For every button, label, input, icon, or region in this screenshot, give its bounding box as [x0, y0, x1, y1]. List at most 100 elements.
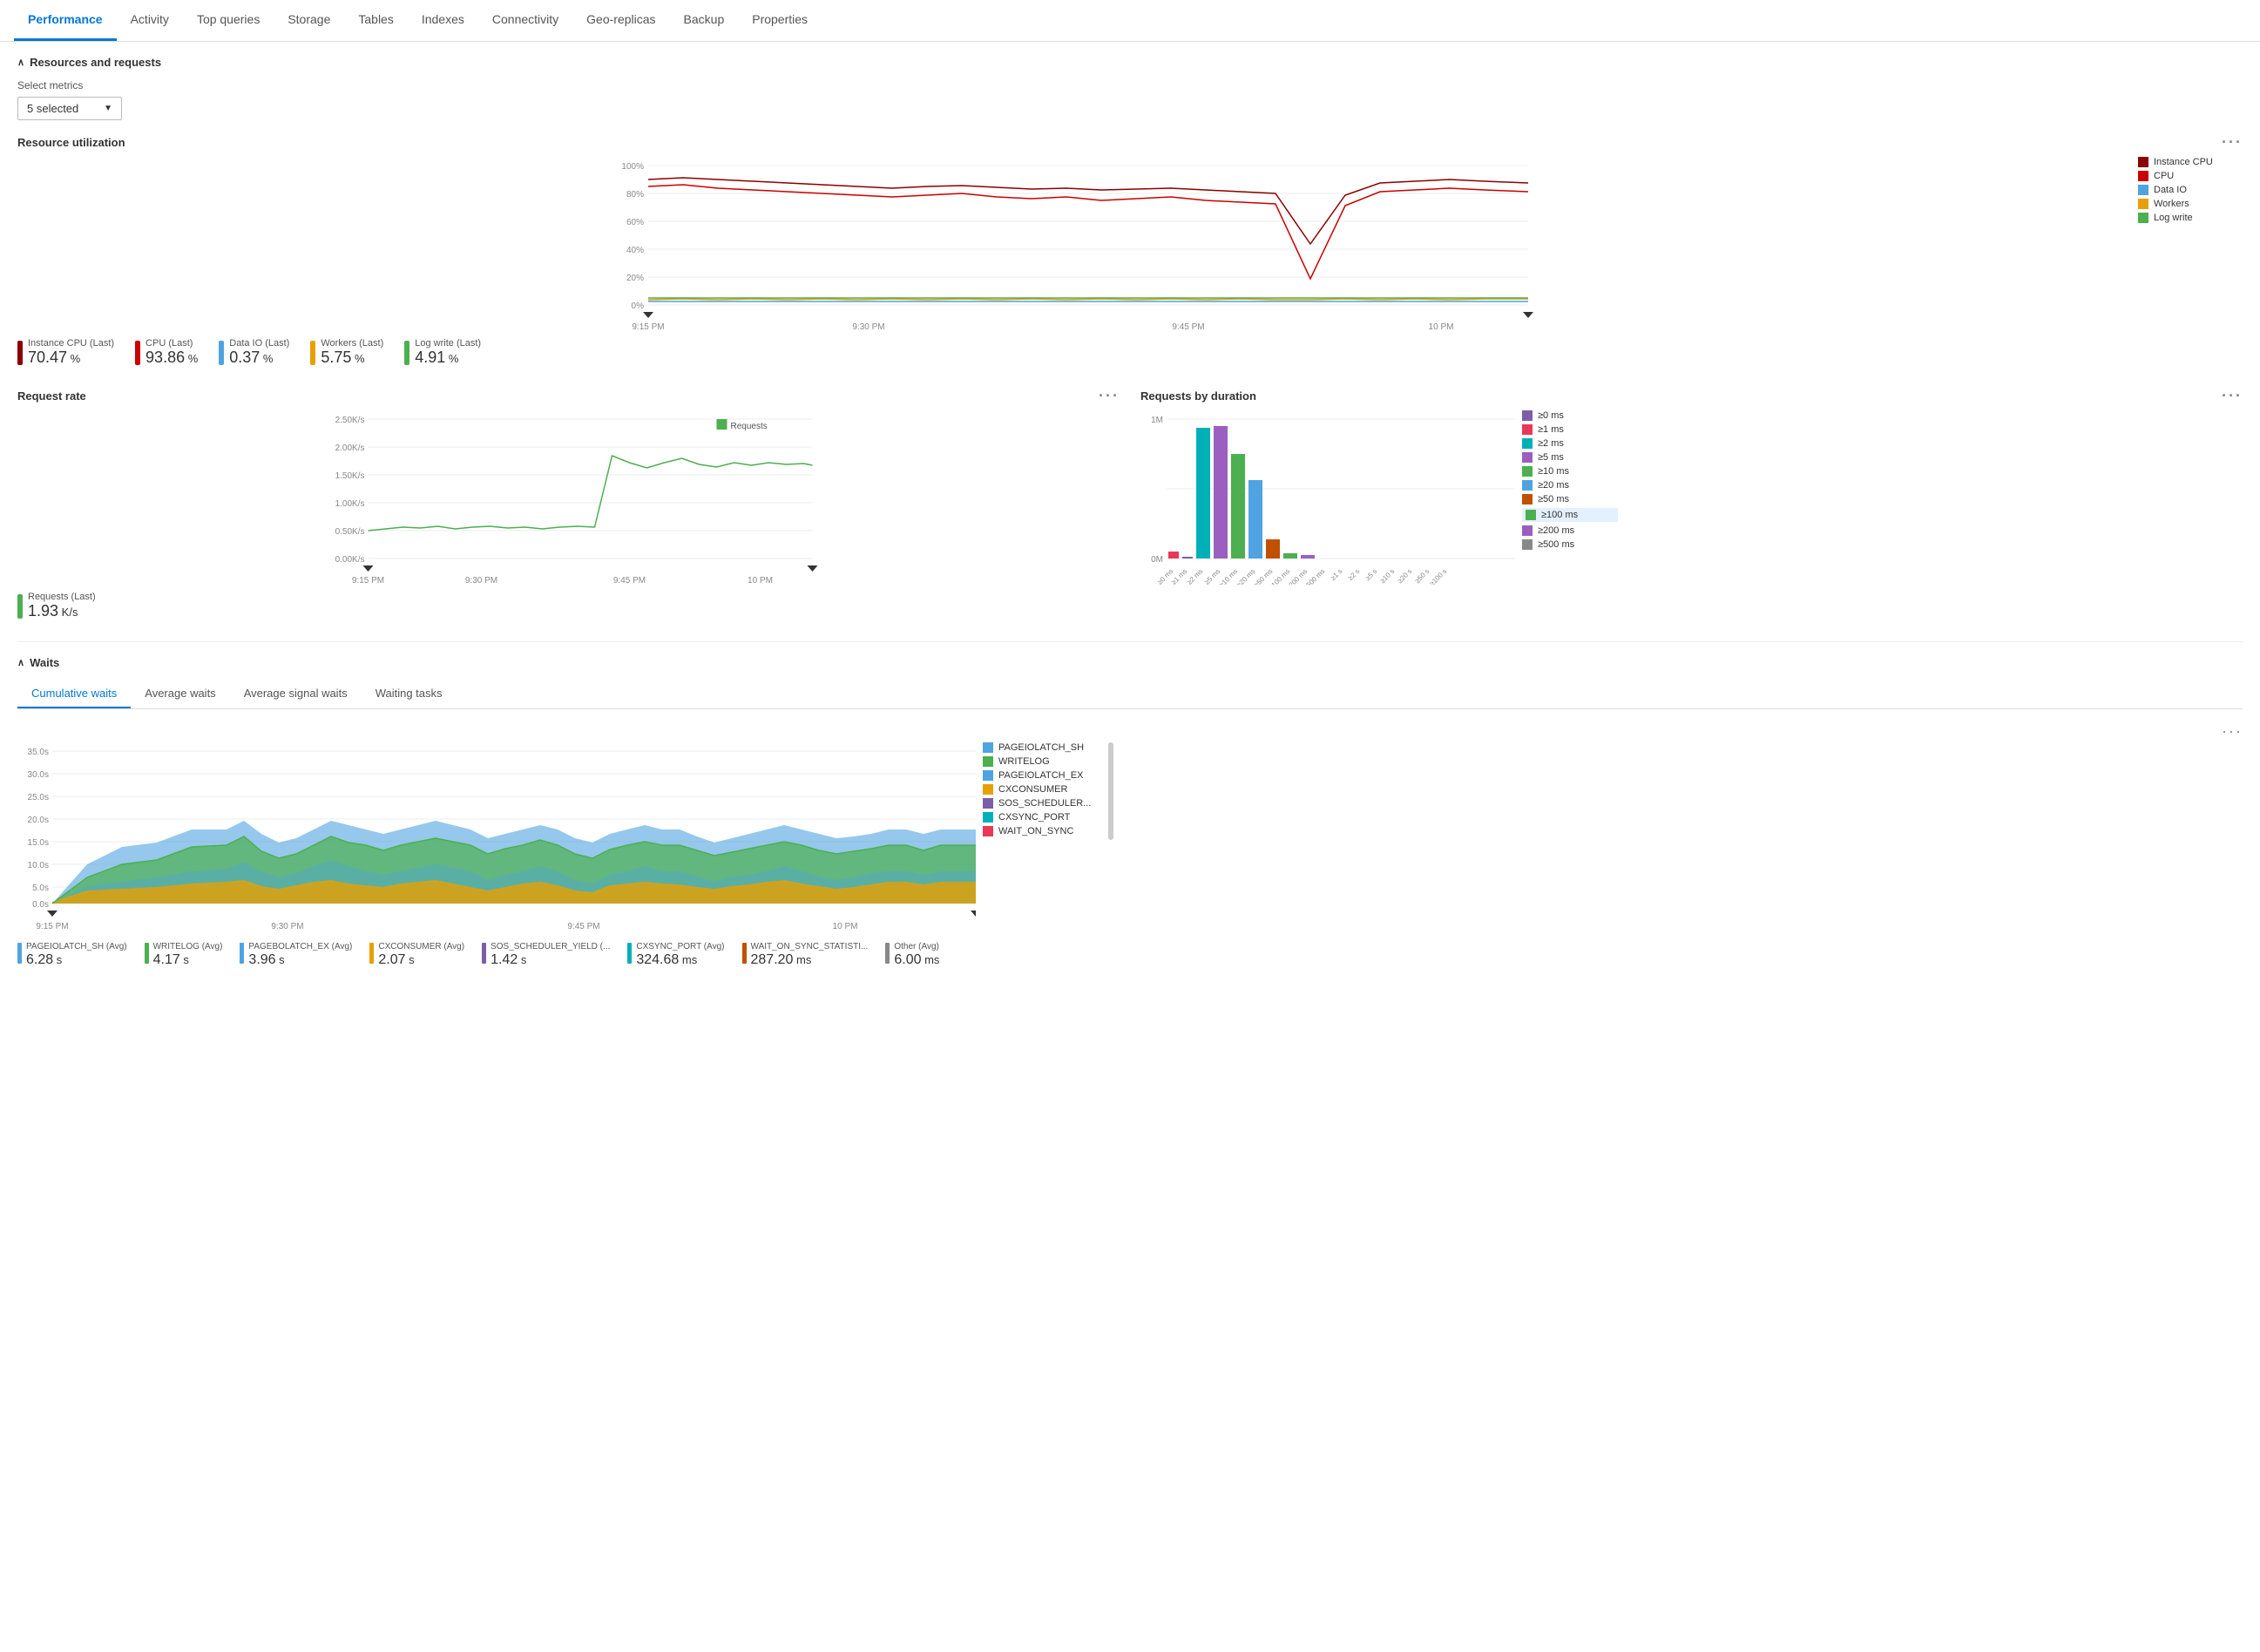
svg-text:1.00K/s: 1.00K/s [335, 499, 365, 509]
svg-text:80%: 80% [626, 190, 644, 200]
waits-chevron-icon: ∧ [17, 657, 24, 668]
svg-text:2.00K/s: 2.00K/s [335, 443, 365, 453]
cumulative-waits-more[interactable]: ··· [2222, 723, 2243, 739]
svg-text:1M: 1M [1151, 416, 1163, 425]
legend-wait-on-sync: WAIT_ON_SYNC [983, 826, 1105, 836]
metric-requests: Requests (Last) 1.93 K/s [17, 592, 96, 620]
legend-cpu: CPU [2138, 171, 2243, 181]
waits-tab-waiting[interactable]: Waiting tasks [362, 680, 457, 708]
tab-activity[interactable]: Activity [117, 0, 183, 41]
svg-text:9:15 PM: 9:15 PM [632, 322, 664, 331]
svg-text:≥5 s: ≥5 s [1363, 567, 1378, 582]
request-rate-section: Request rate ··· 2.50K/s 2.00K/s 1.50K/s… [17, 388, 1120, 620]
svg-text:10.0s: 10.0s [28, 861, 49, 870]
svg-text:≥10 s: ≥10 s [1378, 567, 1396, 585]
legend-2ms: ≥2 ms [1522, 438, 1618, 449]
waits-bottom-metrics: PAGEIOLATCH_SH (Avg) 6.28 s WRITELOG (Av… [17, 941, 2243, 968]
bottom-metric-cxconsumer: CXCONSUMER (Avg) 2.07 s [369, 941, 464, 968]
resource-utilization-more[interactable]: ··· [2222, 134, 2243, 150]
request-rate-svg: 2.50K/s 2.00K/s 1.50K/s 1.00K/s 0.50K/s … [17, 410, 1120, 585]
legend-sos-scheduler: SOS_SCHEDULER... [983, 798, 1105, 809]
svg-text:9:45 PM: 9:45 PM [613, 576, 646, 585]
requests-by-duration-more[interactable]: ··· [2222, 388, 2243, 403]
cumulative-waits-section: ··· 35.0s 30.0s 25.0s 20.0s 15.0s 10.0s [17, 723, 2243, 968]
resources-section-title: Resources and requests [30, 56, 161, 69]
bottom-metric-cxsync-port: CXSYNC_PORT (Avg) 324.68 ms [627, 941, 724, 968]
requests-by-duration-title: Requests by duration ··· [1140, 388, 2243, 403]
svg-text:9:30 PM: 9:30 PM [271, 922, 303, 931]
legend-0ms: ≥0 ms [1522, 410, 1618, 421]
metric-instance-cpu: Instance CPU (Last) 70.47 % [17, 338, 114, 367]
chevron-down-icon: ▼ [104, 104, 112, 113]
tab-geo-replicas[interactable]: Geo-replicas [572, 0, 669, 41]
tab-top-queries[interactable]: Top queries [183, 0, 274, 41]
svg-text:35.0s: 35.0s [28, 748, 49, 757]
select-metrics-value: 5 selected [27, 102, 78, 115]
legend-500ms: ≥500 ms [1522, 539, 1618, 550]
metric-workers: Workers (Last) 5.75 % [310, 338, 383, 367]
svg-text:0.0s: 0.0s [32, 900, 49, 910]
resources-section-header[interactable]: ∧ Resources and requests [17, 56, 2243, 69]
legend-cxsync-port: CXSYNC_PORT [983, 812, 1105, 823]
tab-tables[interactable]: Tables [344, 0, 407, 41]
svg-text:≥20 s: ≥20 s [1396, 567, 1413, 585]
select-metrics-dropdown[interactable]: 5 selected ▼ [17, 97, 122, 120]
svg-text:1.50K/s: 1.50K/s [335, 471, 365, 481]
tab-storage[interactable]: Storage [274, 0, 344, 41]
tab-backup[interactable]: Backup [670, 0, 739, 41]
resource-chart-area: 100% 80% 60% 40% 20% 0% [17, 157, 2124, 331]
resource-metrics-row: Instance CPU (Last) 70.47 % CPU (Last) 9… [17, 338, 2243, 367]
metric-log-write: Log write (Last) 4.91 % [404, 338, 481, 367]
svg-text:25.0s: 25.0s [28, 793, 49, 802]
svg-text:0M: 0M [1151, 555, 1163, 565]
tab-indexes[interactable]: Indexes [408, 0, 478, 41]
legend-20ms: ≥20 ms [1522, 480, 1618, 491]
waits-tab-signal[interactable]: Average signal waits [230, 680, 362, 708]
tab-performance[interactable]: Performance [14, 0, 117, 41]
bottom-metric-pageiolatch-sh: PAGEIOLATCH_SH (Avg) 6.28 s [17, 941, 127, 968]
svg-text:20%: 20% [626, 274, 644, 283]
svg-text:10 PM: 10 PM [833, 922, 858, 931]
svg-text:10 PM: 10 PM [1429, 322, 1454, 331]
svg-text:5.0s: 5.0s [32, 884, 49, 893]
svg-text:9:30 PM: 9:30 PM [465, 576, 497, 585]
two-col-charts: Request rate ··· 2.50K/s 2.00K/s 1.50K/s… [17, 388, 2243, 620]
waits-tab-cumulative[interactable]: Cumulative waits [17, 680, 131, 708]
waits-legend-scrollbar[interactable] [1108, 742, 1113, 840]
legend-50ms: ≥50 ms [1522, 494, 1618, 504]
waits-tab-average[interactable]: Average waits [131, 680, 229, 708]
tab-properties[interactable]: Properties [738, 0, 822, 41]
resource-chart: 100% 80% 60% 40% 20% 0% [17, 157, 2243, 331]
svg-text:9:15 PM: 9:15 PM [352, 576, 384, 585]
svg-text:2.50K/s: 2.50K/s [335, 416, 365, 425]
svg-text:15.0s: 15.0s [28, 838, 49, 848]
svg-text:9:45 PM: 9:45 PM [567, 922, 599, 931]
bottom-metric-other: Other (Avg) 6.00 ms [885, 941, 939, 968]
svg-text:0.50K/s: 0.50K/s [335, 527, 365, 537]
waits-section-header[interactable]: ∧ Waits [17, 656, 2243, 669]
chevron-icon: ∧ [17, 57, 24, 68]
svg-text:9:45 PM: 9:45 PM [1172, 322, 1204, 331]
svg-text:20.0s: 20.0s [28, 816, 49, 825]
bottom-metric-wait-on-sync: WAIT_ON_SYNC_STATISTI... 287.20 ms [742, 941, 869, 968]
cumulative-waits-svg: 35.0s 30.0s 25.0s 20.0s 15.0s 10.0s 5.0s… [17, 742, 976, 934]
svg-text:30.0s: 30.0s [28, 770, 49, 780]
request-rate-more[interactable]: ··· [1099, 388, 1120, 403]
legend-pageiolatch-sh: PAGEIOLATCH_SH [983, 742, 1105, 753]
resource-utilization-section: Resource utilization ··· 100% 80% 60% 4 [17, 134, 2243, 367]
svg-text:≥1 s: ≥1 s [1329, 567, 1343, 582]
legend-writelog: WRITELOG [983, 756, 1105, 767]
svg-text:9:15 PM: 9:15 PM [36, 922, 68, 931]
request-rate-metrics-row: Requests (Last) 1.93 K/s [17, 592, 1120, 620]
tab-connectivity[interactable]: Connectivity [478, 0, 572, 41]
waits-section-title: Waits [30, 656, 59, 669]
legend-cxconsumer: CXCONSUMER [983, 784, 1105, 795]
legend-5ms: ≥5 ms [1522, 452, 1618, 463]
requests-by-duration-legend: ≥0 ms ≥1 ms ≥2 ms ≥5 ms ≥10 ms [1522, 410, 1618, 553]
requests-by-duration-section: Requests by duration ··· 1M 0M [1140, 388, 2243, 620]
legend-1ms: ≥1 ms [1522, 424, 1618, 435]
legend-pageiolatch-ex: PAGEIOLATCH_EX [983, 770, 1105, 781]
bottom-metric-writelog: WRITELOG (Avg) 4.17 s [145, 941, 223, 968]
legend-workers: Workers [2138, 199, 2243, 209]
bottom-metric-pagebolatch-ex: PAGEBOLATCH_EX (Avg) 3.96 s [240, 941, 352, 968]
